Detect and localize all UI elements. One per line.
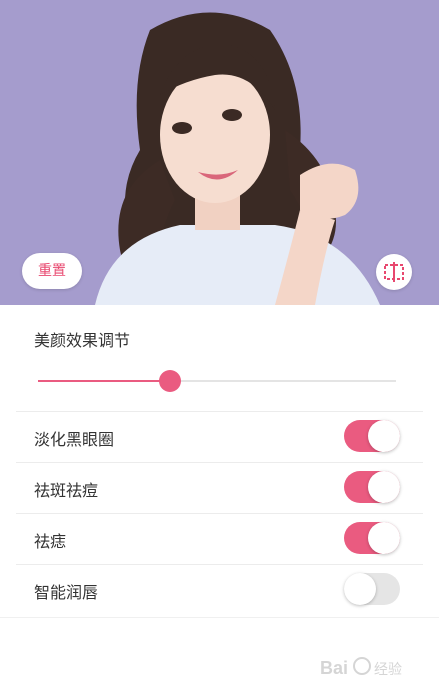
spot-acne-toggle[interactable]: [344, 471, 400, 503]
row-label: 祛斑祛痘: [34, 481, 99, 500]
toggle-knob: [368, 522, 400, 554]
row-label: 祛痣: [34, 532, 67, 551]
beauty-effect-title: 美颜效果调节: [34, 331, 131, 350]
mole-removal-toggle[interactable]: [344, 522, 400, 554]
toggle-knob: [368, 420, 400, 452]
row-spot-acne: 祛斑祛痘: [16, 462, 423, 514]
row-label: 智能润唇: [34, 583, 99, 602]
toggle-knob: [344, 573, 376, 605]
divider: [0, 617, 439, 618]
toggle-knob: [368, 471, 400, 503]
compare-split-icon: [384, 262, 404, 282]
compare-button[interactable]: [376, 254, 412, 290]
beauty-level-slider[interactable]: [38, 369, 396, 393]
svg-text:Bai: Bai: [320, 658, 348, 678]
dark-circles-toggle[interactable]: [344, 420, 400, 452]
row-dark-circles: 淡化黑眼圈: [16, 411, 423, 463]
slider-fill: [38, 380, 171, 382]
beauty-settings-panel: 美颜效果调节 淡化黑眼圈 祛斑祛痘 祛痣 智能润唇: [0, 305, 439, 691]
smart-lip-toggle[interactable]: [344, 573, 400, 605]
baidu-watermark-logo: Bai 经验: [320, 657, 402, 678]
photo-preview: 重置: [0, 0, 439, 305]
reset-button[interactable]: 重置: [22, 253, 82, 289]
row-mole-removal: 祛痣: [16, 513, 423, 565]
row-smart-lip: 智能润唇: [16, 564, 423, 616]
slider-thumb[interactable]: [159, 370, 182, 392]
svg-text:经验: 经验: [374, 661, 402, 677]
row-label: 淡化黑眼圈: [34, 430, 115, 449]
